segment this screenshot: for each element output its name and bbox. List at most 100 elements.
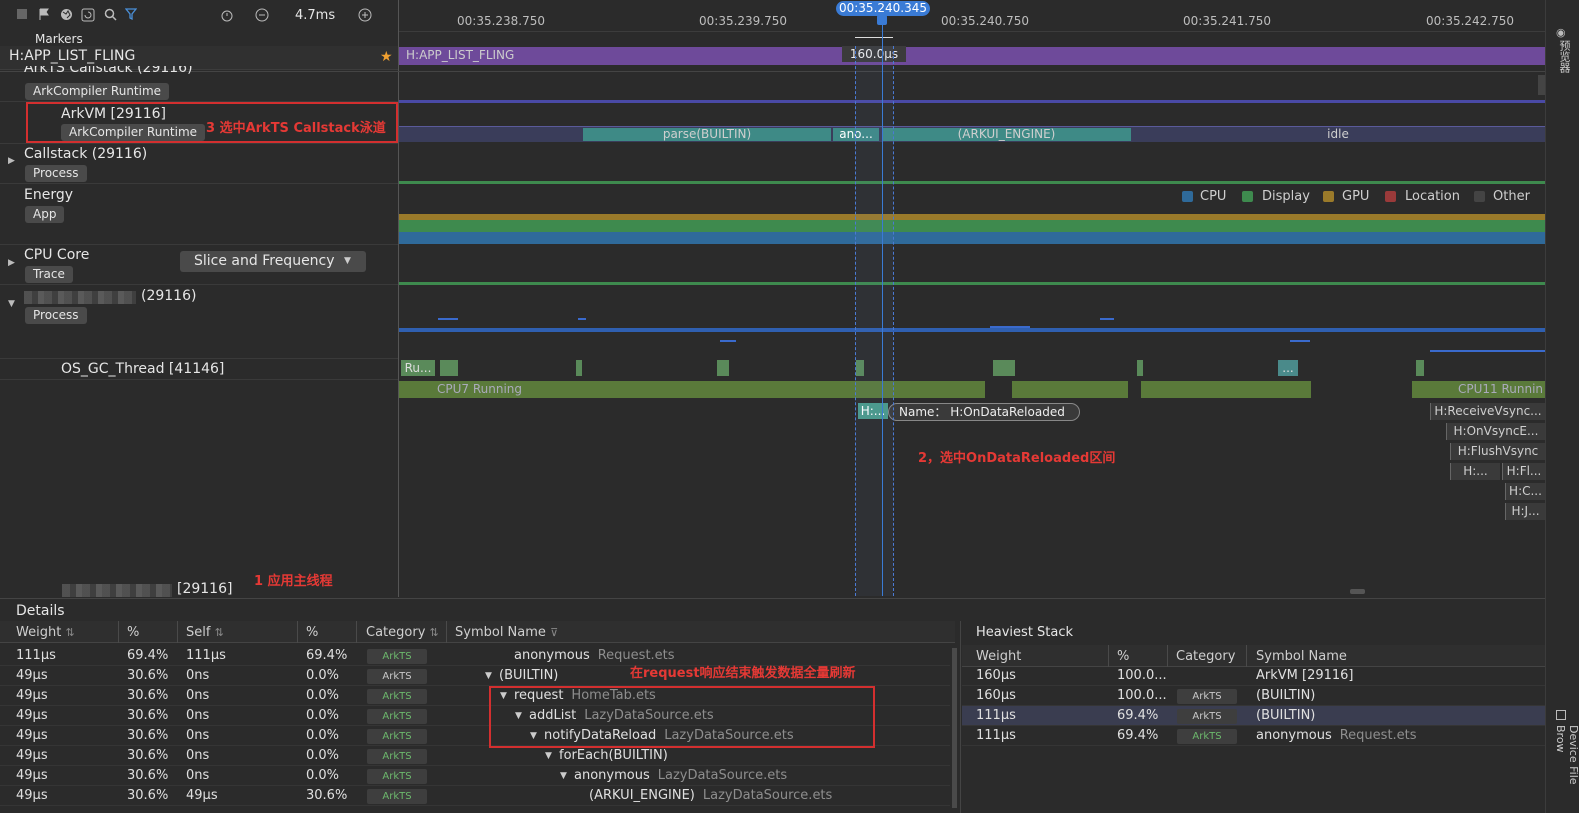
slice-arkui[interactable]: (ARKUI_ENGINE) <box>882 128 1131 141</box>
category-badge: ArkTS <box>367 709 427 724</box>
self-cell: 0ns <box>186 728 210 743</box>
pinned-marker-label: H:APP_LIST_FLING <box>9 48 136 64</box>
process-pid: (29116) <box>141 288 197 304</box>
zoom-out-icon[interactable] <box>255 8 269 22</box>
pct-cell: 69.4% <box>1117 728 1159 743</box>
col-self[interactable]: Self ⇅ <box>186 625 224 640</box>
col-pct[interactable]: % <box>127 625 139 640</box>
slice-h-dots[interactable]: H:... <box>1450 463 1500 480</box>
track-scrollbar[interactable] <box>1538 75 1545 95</box>
gc-slice[interactable] <box>440 360 458 376</box>
hcol-category[interactable]: Category <box>1176 649 1235 664</box>
selection-end-line[interactable] <box>893 46 894 596</box>
slice-flush-vsync[interactable]: H:FlushVsync <box>1450 443 1545 460</box>
process-dash <box>1290 340 1310 342</box>
horizontal-scrollbar[interactable] <box>1350 589 1365 594</box>
expand-arrow-icon[interactable]: ▼ <box>560 771 567 781</box>
cursor-line[interactable] <box>882 24 883 596</box>
gc-slice[interactable] <box>993 360 1015 376</box>
time-ruler[interactable]: 00:35.238.750 00:35.239.750 00:35.240.75… <box>399 0 1545 32</box>
gc-slice[interactable] <box>1416 360 1424 376</box>
zoom-in-icon[interactable] <box>358 8 372 22</box>
symbol-cell: ArkVM [29116] <box>1256 668 1354 683</box>
timer-icon[interactable] <box>220 8 234 22</box>
flag-icon[interactable] <box>37 8 51 22</box>
slice-ru[interactable]: Ru... <box>401 360 435 376</box>
hcol-symbol[interactable]: Symbol Name <box>1256 649 1347 664</box>
col-category[interactable]: Category ⇅ <box>366 625 439 640</box>
globe-icon[interactable] <box>59 8 73 22</box>
search-icon[interactable] <box>103 8 117 22</box>
weight-cell: 49μs <box>16 768 48 783</box>
details-scrollbar[interactable] <box>952 648 957 808</box>
heaviest-row[interactable]: 111μs 69.4% ArkTS (BUILTIN) <box>962 706 1545 726</box>
col-symbol[interactable]: Symbol Name ⊽ <box>455 625 558 640</box>
slice-idle[interactable]: idle <box>1131 128 1545 141</box>
process-dash <box>720 340 736 342</box>
symbol-file: LazyDataSource.ets <box>657 768 788 783</box>
legend-display-label: Display <box>1262 189 1310 204</box>
main-thread-pid: [29116] <box>177 581 233 597</box>
process-tag: Process <box>25 165 87 182</box>
eye-icon[interactable]: ◉ <box>1556 26 1566 39</box>
refresh-icon[interactable] <box>81 8 95 22</box>
hcol-weight[interactable]: Weight <box>976 649 1021 664</box>
energy-label: Energy <box>24 187 74 203</box>
tick-label: 00:35.238.750 <box>457 14 546 28</box>
slice-cpu7[interactable]: CPU7 Running <box>399 381 985 398</box>
self-pct-cell: 0.0% <box>306 728 340 743</box>
left-panel-divider[interactable] <box>398 0 399 597</box>
app-tag: App <box>25 206 65 223</box>
cpu-slice[interactable] <box>1012 381 1128 398</box>
device-icon[interactable] <box>1556 710 1566 720</box>
gc-slice[interactable] <box>717 360 729 376</box>
selection-start-line[interactable] <box>855 46 856 596</box>
heaviest-row[interactable]: 111μs 69.4% ArkTS anonymous Request.ets <box>962 726 1545 746</box>
cursor-time-badge[interactable]: 00:35.240.345 <box>836 1 930 16</box>
tick-label: 00:35.241.750 <box>1183 14 1272 28</box>
annotation-3: 3 选中ArkTS Callstack泳道 <box>206 121 386 136</box>
stop-icon[interactable] <box>15 8 29 22</box>
pct-cell: 30.6% <box>127 668 169 683</box>
side-bottom-label[interactable]: Device File Brow <box>1554 725 1579 813</box>
process-dash <box>578 318 586 320</box>
slice-h-fl[interactable]: H:Fl... <box>1502 463 1545 480</box>
cpu-core-label: CPU Core <box>24 247 90 263</box>
heaviest-divider[interactable] <box>960 621 961 813</box>
slice-h-j[interactable]: H:J... <box>1505 503 1545 520</box>
gc-slice[interactable] <box>1137 360 1143 376</box>
table-row[interactable]: 49μs 30.6% 49μs 30.6% ArkTS (ARKUI_ENGINE) Laz… <box>0 786 950 806</box>
col-weight[interactable]: Weight ⇅ <box>16 625 75 640</box>
slice-dots[interactable]: ... <box>1278 360 1298 376</box>
process-track[interactable] <box>399 328 1545 332</box>
heaviest-row[interactable]: 160μs 100.0... ArkTS (BUILTIN) <box>962 686 1545 706</box>
slice-cpu11[interactable]: CPU11 Runnin <box>1412 381 1545 398</box>
expand-arrow-icon[interactable]: ▼ <box>485 671 492 681</box>
slice-h-c[interactable]: H:C... <box>1505 483 1545 500</box>
cpu-core-expand-icon[interactable]: ▶ <box>8 250 15 269</box>
self-pct-cell: 0.0% <box>306 668 340 683</box>
process-collapse-icon[interactable]: ▼ <box>8 291 15 310</box>
blurred-process-name <box>24 291 136 304</box>
gc-slice[interactable] <box>576 360 582 376</box>
slice-mode-dropdown[interactable]: Slice and Frequency ▼ <box>180 251 366 272</box>
cpu-slice[interactable] <box>1141 381 1311 398</box>
category-badge: ArkTS <box>367 649 427 664</box>
callstack-expand-icon[interactable]: ▶ <box>8 148 15 167</box>
self-pct-cell: 0.0% <box>306 708 340 723</box>
table-row[interactable]: 49μs 30.6% 0ns 0.0% ArkTS ▼ anonymous LazyDataS… <box>0 766 950 786</box>
star-icon[interactable]: ★ <box>380 49 393 65</box>
slice-parse[interactable]: parse(BUILTIN) <box>583 128 831 141</box>
marker-track[interactable]: H:APP_LIST_FLING <box>399 47 1545 65</box>
expand-arrow-icon[interactable]: ▼ <box>545 751 552 761</box>
slice-on-vsync[interactable]: H:OnVsyncE... <box>1446 423 1545 440</box>
slice-receive-vsync[interactable]: H:ReceiveVsync... <box>1430 403 1545 420</box>
side-top-label[interactable]: 预览器 <box>1556 40 1572 73</box>
table-row[interactable]: 49μs 30.6% 0ns 0.0% ArkTS ▼ forEach(BUILTIN) <box>0 746 950 766</box>
col-self-pct[interactable]: % <box>306 625 318 640</box>
pct-cell: 30.6% <box>127 688 169 703</box>
hcol-pct[interactable]: % <box>1117 649 1129 664</box>
heaviest-row[interactable]: 160μs 100.0... ArkVM [29116] <box>962 666 1545 686</box>
filter-icon[interactable] <box>124 8 138 22</box>
row-divider <box>0 284 398 285</box>
